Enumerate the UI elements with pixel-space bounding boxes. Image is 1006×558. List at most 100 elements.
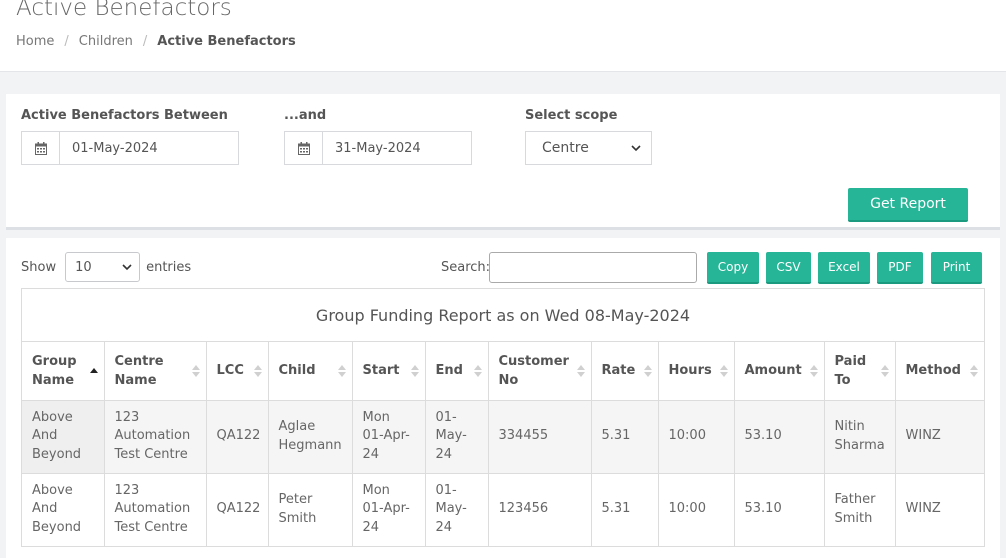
column-header-label: Child	[278, 363, 316, 379]
column-header-customer-no[interactable]: Customer No	[488, 342, 592, 401]
table-cell: 334455	[488, 400, 592, 474]
breadcrumb-separator: /	[142, 34, 148, 49]
copy-button[interactable]: Copy	[707, 252, 759, 284]
show-label: Show	[21, 259, 57, 275]
column-header-label: Customer No	[498, 353, 569, 388]
table-row[interactable]: Above And Beyond 123 Automation Test Cent…	[22, 400, 984, 474]
table-cell: Nitin Sharma	[824, 400, 896, 474]
page-header: Active Benefactors Home / Children / Act…	[0, 0, 1006, 72]
table-cell: 123456	[488, 473, 592, 547]
sort-both-icon	[809, 364, 818, 377]
table-cell: Above And Beyond	[22, 473, 105, 547]
print-button[interactable]: Print	[931, 252, 982, 284]
column-header-label: Rate	[601, 363, 636, 379]
from-date-field[interactable]: 01-May-2024	[21, 131, 239, 165]
table-cell: Father Smith	[824, 473, 896, 547]
sort-both-icon	[410, 364, 419, 377]
sort-both-icon	[970, 364, 978, 377]
csv-button[interactable]: CSV	[766, 252, 811, 284]
breadcrumb-home[interactable]: Home	[16, 34, 54, 49]
sort-both-icon	[473, 364, 482, 377]
table-cell: 53.10	[734, 400, 825, 474]
excel-button[interactable]: Excel	[818, 252, 870, 284]
column-header-end[interactable]: End	[425, 342, 489, 401]
sort-ascending-icon	[89, 367, 98, 373]
table-cell: 01-May-24	[425, 473, 489, 547]
column-header-label: Amount	[744, 363, 802, 379]
sort-both-icon	[337, 364, 346, 377]
entries-select[interactable]: 10	[65, 252, 141, 282]
column-header-method[interactable]: Method	[895, 342, 984, 401]
table-cell: WINZ	[895, 400, 984, 474]
column-header-hours[interactable]: Hours	[658, 342, 735, 401]
column-header-label: Group Name	[32, 353, 77, 388]
column-header-paid-to[interactable]: Paid To	[824, 342, 896, 401]
table-header-row: Group Name Centre Name LCC Child Start End Cus…	[22, 342, 984, 401]
column-header-label: Method	[905, 363, 961, 379]
table-cell: QA122	[206, 473, 269, 547]
table-cell: Mon 01-Apr-24	[352, 400, 426, 474]
pdf-button[interactable]: PDF	[877, 252, 923, 284]
get-report-button[interactable]: Get Report	[848, 188, 968, 222]
table-cell: 123 Automation Test Centre	[104, 400, 207, 474]
from-date-value[interactable]: 01-May-2024	[60, 132, 158, 164]
column-header-label: LCC	[216, 363, 244, 379]
sort-both-icon	[576, 364, 585, 377]
sort-both-icon	[880, 364, 889, 377]
from-date-label: Active Benefactors Between	[21, 108, 228, 123]
table-row[interactable]: Above And Beyond 123 Automation Test Cent…	[22, 473, 984, 547]
table-cell: 10:00	[658, 473, 735, 547]
to-date-field[interactable]: 31-May-2024	[284, 131, 472, 165]
column-header-lcc[interactable]: LCC	[206, 342, 269, 401]
table-cell: 53.10	[734, 473, 825, 547]
column-header-label: End	[435, 363, 463, 379]
filter-panel: Active Benefactors Between 01-May-2024 .…	[6, 94, 1000, 230]
table-cell: 123 Automation Test Centre	[104, 473, 207, 547]
search-input[interactable]	[489, 252, 697, 283]
table-cell: WINZ	[895, 473, 984, 547]
to-date-value[interactable]: 31-May-2024	[323, 132, 421, 164]
report-title: Group Funding Report as on Wed 08-May-20…	[22, 289, 984, 342]
entries-label: entries	[146, 259, 192, 275]
table-cell: Above And Beyond	[22, 400, 105, 474]
breadcrumb-current: Active Benefactors	[157, 34, 296, 49]
sort-both-icon	[643, 364, 652, 377]
page-title: Active Benefactors	[16, 0, 232, 21]
column-header-rate[interactable]: Rate	[591, 342, 659, 401]
entries-length-control: Show 10 entries	[21, 252, 191, 282]
column-header-group-name[interactable]: Group Name	[22, 342, 105, 401]
table-cell: Mon 01-Apr-24	[352, 473, 426, 547]
chevron-down-icon	[631, 144, 641, 151]
table-cell: Peter Smith	[268, 473, 353, 547]
sort-both-icon	[253, 364, 262, 377]
sort-both-icon	[719, 364, 728, 377]
report-table-wrapper: Group Funding Report as on Wed 08-May-20…	[21, 288, 985, 547]
scope-label: Select scope	[525, 108, 618, 123]
column-header-label: Centre Name	[114, 353, 164, 388]
calendar-icon[interactable]	[22, 132, 60, 164]
report-panel: Show 10 entries Search: Copy CSV Excel P…	[6, 238, 1000, 558]
entries-value: 10	[75, 259, 92, 275]
table-body: Above And Beyond 123 Automation Test Cent…	[22, 400, 984, 547]
to-date-label: ...and	[284, 108, 327, 123]
chevron-down-icon	[122, 263, 132, 270]
column-header-centre-name[interactable]: Centre Name	[104, 342, 207, 401]
column-header-label: Paid To	[834, 353, 867, 388]
column-header-label: Start	[362, 363, 400, 379]
sort-both-icon	[191, 364, 200, 377]
table-cell: 5.31	[591, 473, 659, 547]
column-header-amount[interactable]: Amount	[734, 342, 825, 401]
column-header-label: Hours	[668, 363, 712, 379]
column-header-start[interactable]: Start	[352, 342, 426, 401]
table-cell: 01-May-24	[425, 400, 489, 474]
column-header-child[interactable]: Child	[268, 342, 353, 401]
breadcrumb: Home / Children / Active Benefactors	[16, 34, 296, 49]
breadcrumb-separator: /	[64, 34, 69, 49]
table-cell: Aglae Hegmann	[268, 400, 353, 474]
calendar-icon[interactable]	[285, 132, 323, 164]
search-label: Search:	[441, 260, 491, 275]
scope-select[interactable]: Centre	[525, 131, 652, 165]
breadcrumb-children[interactable]: Children	[79, 34, 133, 49]
table-cell: QA122	[206, 400, 269, 474]
table-cell: 5.31	[591, 400, 659, 474]
